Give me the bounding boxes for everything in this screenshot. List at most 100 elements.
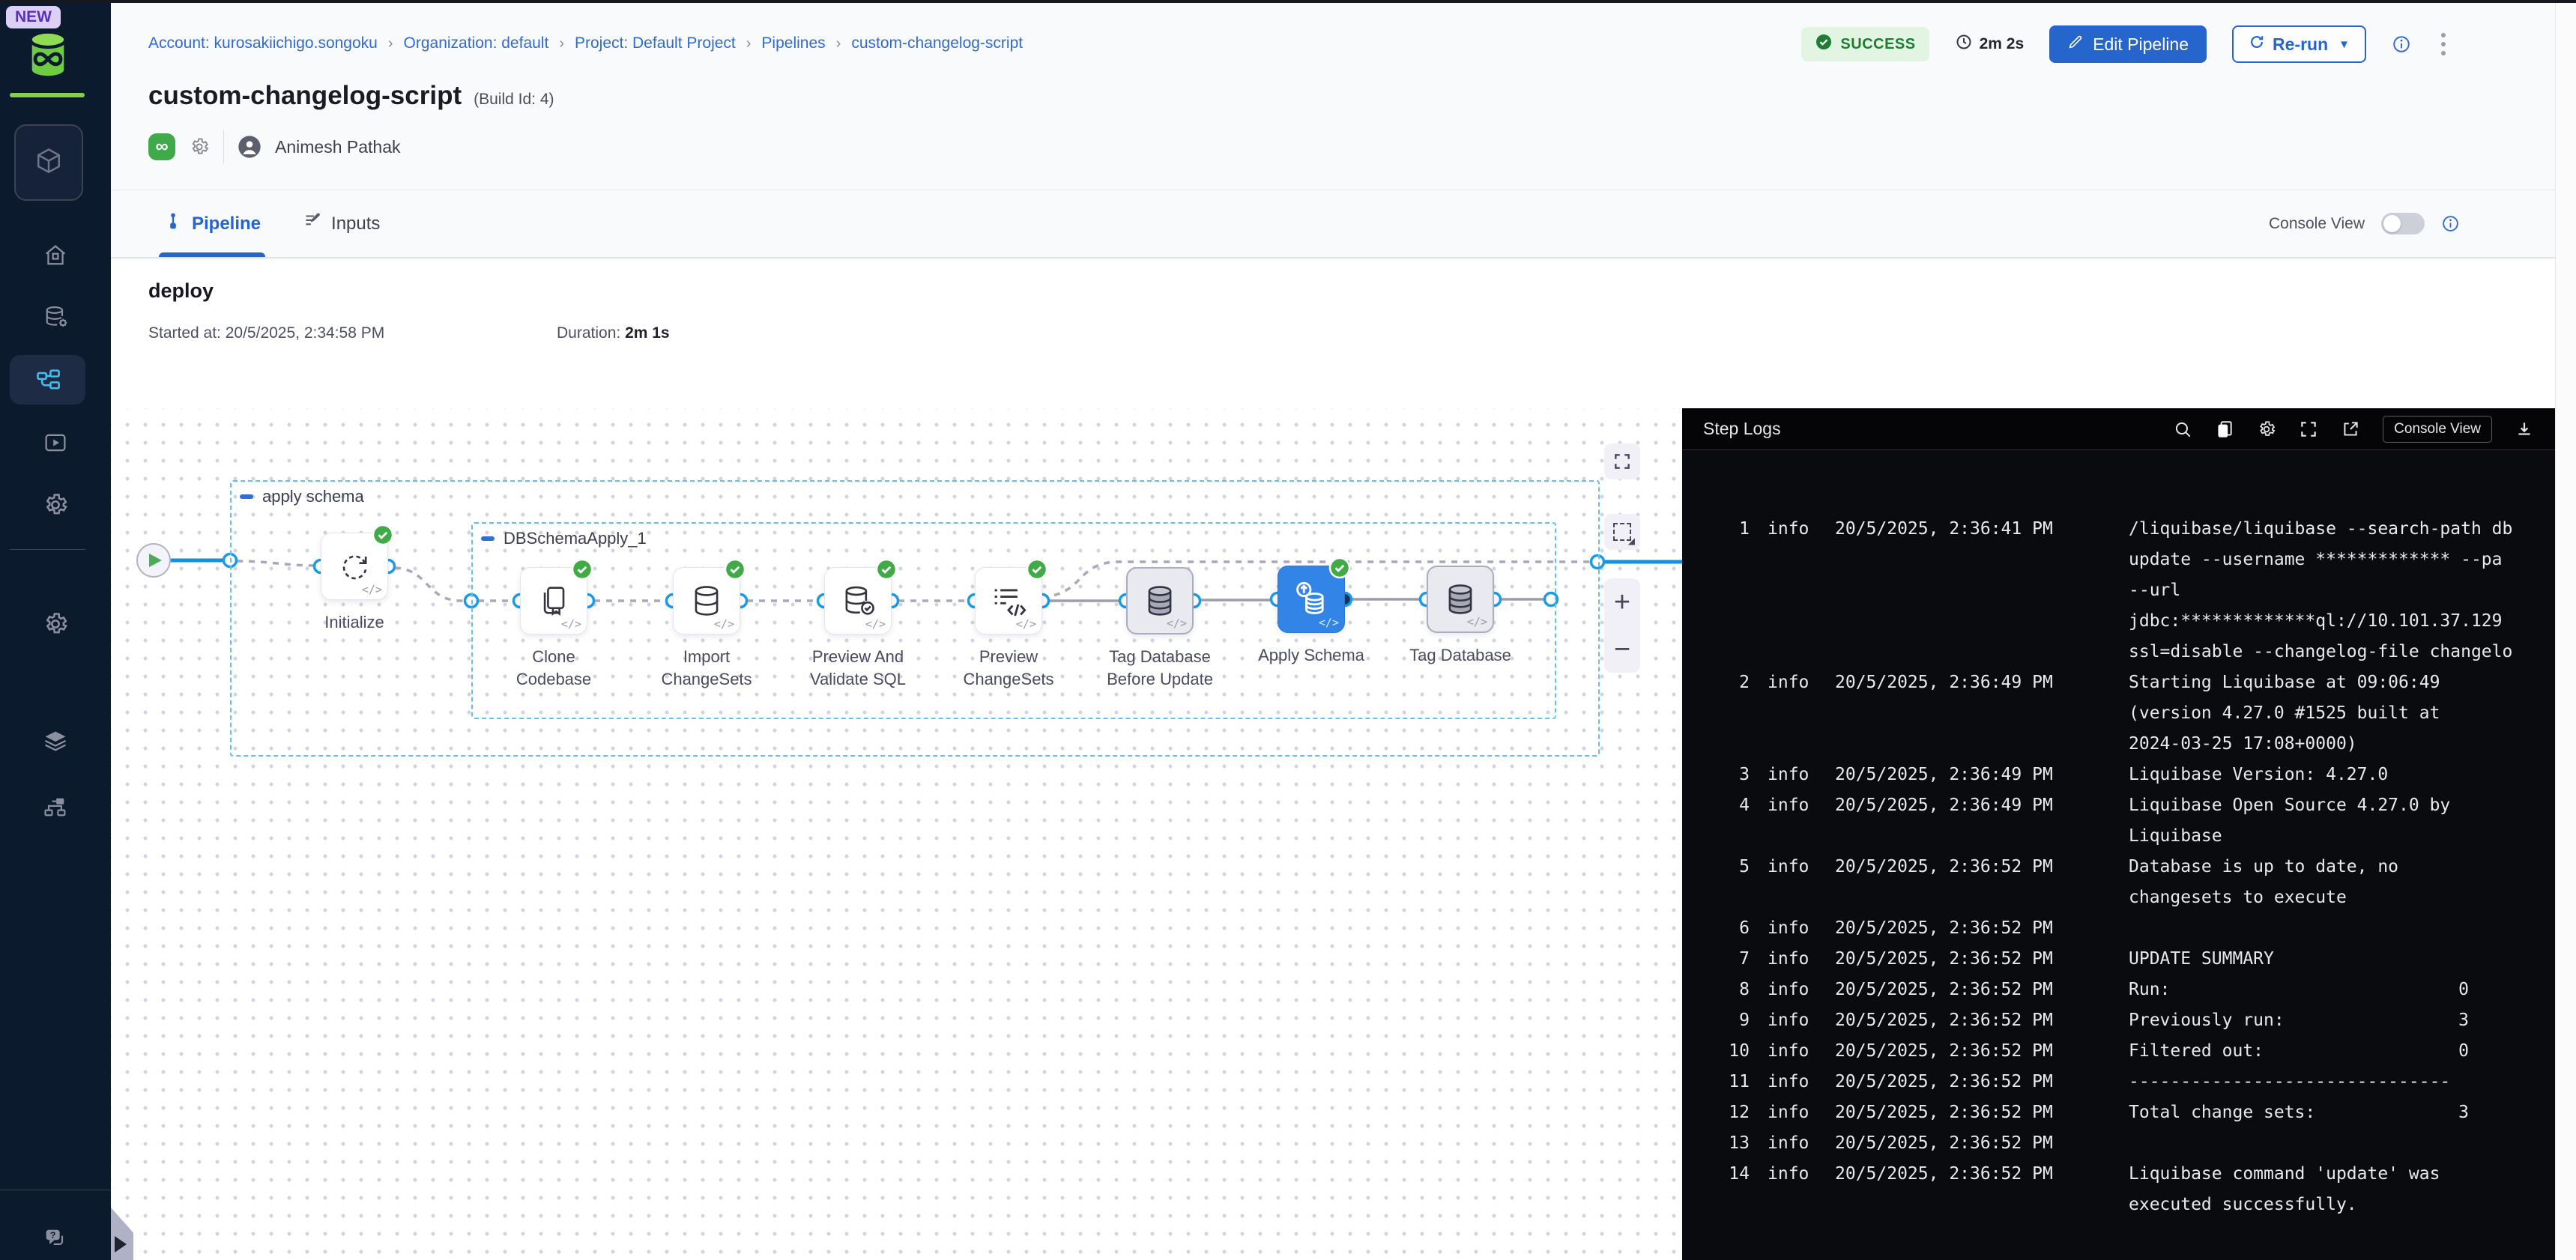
window-edge [0,0,2576,3]
console-view-toggle[interactable] [2381,213,2425,234]
sidebar-item-layers[interactable] [0,715,111,768]
console-view-label: Console View [2269,215,2365,233]
check-circle-icon [1815,33,1833,55]
pipeline-tab-icon [163,211,183,236]
log-level: info [1768,514,1820,545]
log-fullscreen-icon[interactable] [2299,420,2318,439]
collapse-group-icon[interactable] [240,494,253,499]
sidebar-item-help-chat[interactable]: ? [0,1212,111,1260]
log-line-number: 1 [1712,514,1750,545]
breadcrumb-link-3[interactable]: Pipelines [761,34,825,52]
more-options-menu[interactable] [2437,28,2450,60]
log-timestamp: 20/5/2025, 2:36:52 PM [1835,1128,2112,1159]
breadcrumb-link-1[interactable]: Organization: default [404,34,549,52]
module-selector-button[interactable] [14,124,83,201]
sidebar-item-pipelines[interactable] [10,355,85,405]
status-badge: SUCCESS [1801,27,1929,61]
sidebar-item-executions[interactable] [0,417,111,469]
log-line-number: 9 [1712,1005,1750,1036]
tab-pipeline[interactable]: Pipeline [163,190,261,257]
code-mark-icon: </> [714,617,734,631]
step-logs-panel: Step Logs Console View [1682,408,2555,1260]
log-console-view-button[interactable]: Console View [2383,416,2492,443]
canvas-marquee-button[interactable] [1604,514,1640,550]
inputs-tab-icon [303,211,322,236]
log-line-number: 4 [1712,790,1750,821]
zoom-out-button[interactable]: − [1614,635,1630,664]
log-row: 3info20/5/2025, 2:36:49 PMLiquibase Vers… [1712,760,2555,790]
database-solid-icon [1140,581,1179,620]
step-node-preview-validate-sql[interactable]: </> [824,567,892,634]
pipeline-canvas[interactable]: apply schemaDBSchemaApply_1 </>Initializ… [111,408,1682,1260]
log-row: 5info20/5/2025, 2:36:52 PMDatabase is up… [1712,852,2555,913]
breadcrumb-link-4[interactable]: custom-changelog-script [851,34,1023,52]
meta-row: ∞ Animesh Pathak [148,129,400,165]
log-search-icon[interactable] [2173,420,2192,439]
console-view-info-icon[interactable] [2441,214,2460,233]
group-label-0[interactable]: apply schema [240,487,364,506]
log-level: info [1768,1159,1820,1190]
title-row: custom-changelog-script (Build Id: 4) [148,81,554,111]
log-open-external-icon[interactable] [2341,420,2360,439]
log-message: Liquibase Version: 4.27.0 [2129,760,2548,790]
step-node-tag-database[interactable]: </> [1427,566,1494,633]
zoom-in-button[interactable]: + [1614,588,1630,617]
log-timestamp: 20/5/2025, 2:36:52 PM [1835,1036,2112,1067]
step-node-initialize[interactable]: </> [321,533,388,600]
success-check-icon [1026,558,1048,581]
log-settings-gear-icon[interactable] [2257,420,2276,439]
page-scrollbar[interactable] [2555,0,2576,1260]
group-label-1[interactable]: DBSchemaApply_1 [481,529,647,548]
log-body[interactable]: 1info20/5/2025, 2:36:41 PM/liquibase/liq… [1682,451,2555,1260]
log-message: Liquibase command 'update' wasexecuted s… [2129,1159,2548,1220]
top-bar: Account: kurosakiichigo.songoku›Organiza… [111,3,2555,85]
rerun-button[interactable]: Re-run ▼ [2232,25,2366,63]
log-line-number: 12 [1712,1097,1750,1128]
database-solid-icon [1441,580,1480,619]
log-download-icon[interactable] [2515,420,2534,439]
canvas-fullscreen-button[interactable] [1604,443,1640,479]
log-row: 9info20/5/2025, 2:36:52 PMPreviously run… [1712,1005,2555,1036]
log-line-number: 7 [1712,944,1750,975]
step-node-label: Tag Database Before Update [1085,646,1235,691]
brand-logo-icon[interactable] [22,28,73,78]
log-message [2129,1128,2548,1159]
stage-duration: Duration: 2m 1s [557,324,670,342]
tab-inputs[interactable]: Inputs [303,190,380,257]
step-node-import-changesets[interactable]: </> [673,567,740,634]
status-text: SUCCESS [1840,36,1915,53]
expand-panel-arrow-icon[interactable] [115,1236,127,1253]
breadcrumb-link-0[interactable]: Account: kurosakiichigo.songoku [148,34,378,52]
sidebar-item-home[interactable] [0,229,111,282]
log-line-number: 6 [1712,913,1750,944]
sidebar-item-settings[interactable] [0,479,111,531]
log-level: info [1768,975,1820,1005]
sidebar-item-account-settings[interactable] [0,598,111,650]
code-mark-icon: </> [1016,617,1036,631]
step-node-apply-schema[interactable]: </> [1278,566,1345,633]
log-copy-icon[interactable] [2215,420,2234,439]
svg-text:?: ? [50,1230,56,1241]
log-level: info [1768,1005,1820,1036]
step-node-label: Apply Schema [1236,644,1386,667]
group-label-text: DBSchemaApply_1 [504,529,647,548]
tab-bar: Pipeline Inputs Console View [111,190,2576,258]
collapse-group-icon[interactable] [481,536,495,541]
edit-pipeline-button[interactable]: Edit Pipeline [2049,25,2207,63]
gear-icon [42,611,69,637]
breadcrumb-link-2[interactable]: Project: Default Project [575,34,736,52]
sidebar-item-org-structure[interactable] [0,781,111,833]
code-mark-icon: </> [1319,616,1339,629]
pipeline-settings-icon[interactable] [189,136,210,157]
chevron-down-icon: ▼ [2338,38,2350,51]
run-info-icon[interactable] [2392,34,2411,54]
log-row: 6info20/5/2025, 2:36:52 PM [1712,913,2555,944]
sidebar-item-databases[interactable] [0,291,111,343]
log-row: 14info20/5/2025, 2:36:52 PMLiquibase com… [1712,1159,2555,1220]
step-node-tag-database-before-update[interactable]: </> [1126,567,1194,634]
log-timestamp: 20/5/2025, 2:36:52 PM [1835,852,2112,882]
log-line-number: 14 [1712,1159,1750,1190]
step-node-preview-changesets[interactable]: </> [975,567,1042,634]
log-timestamp: 20/5/2025, 2:36:41 PM [1835,514,2112,545]
step-node-clone-codebase[interactable]: </> [520,567,587,634]
